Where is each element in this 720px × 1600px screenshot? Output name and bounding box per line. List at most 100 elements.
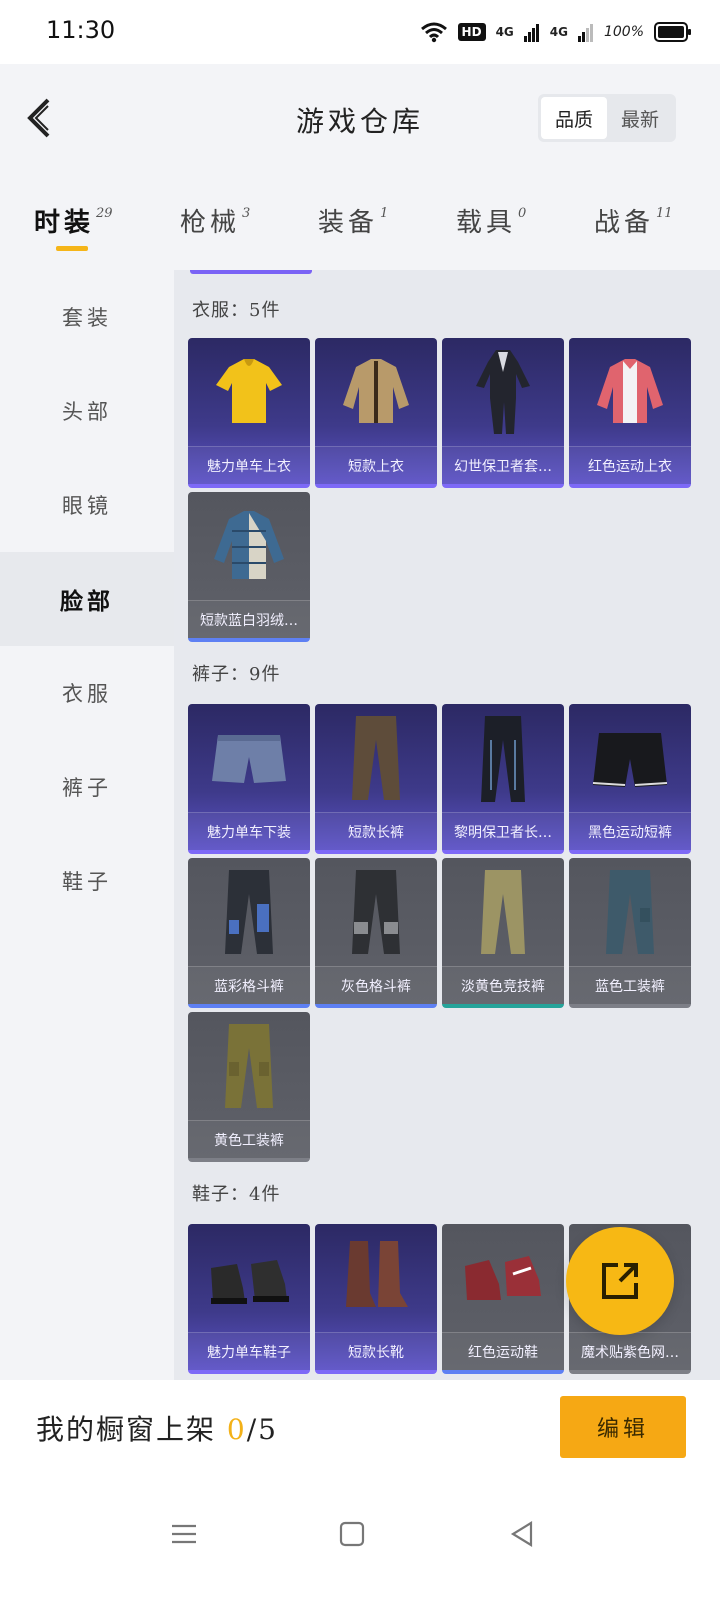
tan-jacket-icon bbox=[315, 338, 437, 446]
tab-guns[interactable]: 枪械 3 bbox=[180, 202, 250, 239]
sidebar-item-glasses[interactable]: 眼镜 bbox=[0, 458, 174, 552]
item-name: 灰色格斗裤 bbox=[315, 966, 437, 1004]
section-title-shoes: 鞋子：4件 bbox=[192, 1184, 281, 1205]
item-name: 短款蓝白羽绒… bbox=[188, 600, 310, 638]
red-sneakers-icon bbox=[442, 1224, 564, 1332]
tab-count: 0 bbox=[518, 206, 527, 221]
item-card[interactable]: 黑色运动短裤 bbox=[569, 704, 691, 854]
item-name: 黎明保卫者长… bbox=[442, 812, 564, 850]
item-name: 红色运动鞋 bbox=[442, 1332, 564, 1370]
item-card[interactable]: 灰色格斗裤 bbox=[315, 858, 437, 1008]
tab-vehicles[interactable]: 载具 0 bbox=[456, 202, 526, 239]
black-boots-icon bbox=[188, 1224, 310, 1332]
section-title-clothes: 衣服：5件 bbox=[192, 300, 281, 321]
black-pants-icon bbox=[442, 704, 564, 812]
blue-cargo-pants-icon bbox=[569, 858, 691, 966]
menu-icon bbox=[172, 1524, 196, 1544]
brown-boots-icon bbox=[315, 1224, 437, 1332]
home-nav-button[interactable] bbox=[332, 1514, 372, 1554]
denim-shorts-icon bbox=[188, 704, 310, 812]
item-card[interactable]: 淡黄色竞技裤 bbox=[442, 858, 564, 1008]
item-card[interactable]: 蓝色工装裤 bbox=[569, 858, 691, 1008]
item-card[interactable]: 黄色工装裤 bbox=[188, 1012, 310, 1162]
status-time: 11:30 bbox=[46, 16, 116, 44]
tab-label: 载具 bbox=[456, 208, 517, 238]
tab-label: 战备 bbox=[594, 208, 655, 238]
tab-count: 3 bbox=[242, 206, 251, 221]
dark-suit-icon bbox=[442, 338, 564, 446]
sidebar-item-clothes[interactable]: 衣服 bbox=[0, 646, 174, 740]
item-name: 蓝彩格斗裤 bbox=[188, 966, 310, 1004]
item-card[interactable]: 魅力单车上衣 bbox=[188, 338, 310, 488]
item-name: 魅力单车鞋子 bbox=[188, 1332, 310, 1370]
item-card[interactable]: 短款长裤 bbox=[315, 704, 437, 854]
home-square-icon bbox=[339, 1521, 365, 1547]
back-nav-button[interactable] bbox=[502, 1514, 542, 1554]
item-name: 短款上衣 bbox=[315, 446, 437, 484]
tab-count: 29 bbox=[96, 206, 113, 221]
item-card[interactable]: 短款蓝白羽绒… bbox=[188, 492, 310, 642]
item-name: 短款长裤 bbox=[315, 812, 437, 850]
brown-pants-icon bbox=[315, 704, 437, 812]
blue-combat-pants-icon bbox=[188, 858, 310, 966]
sidebar-item-pants[interactable]: 裤子 bbox=[0, 740, 174, 834]
status-icons: HD 4G 4G 100% bbox=[420, 18, 692, 46]
item-card[interactable]: 短款长靴 bbox=[315, 1224, 437, 1374]
bottom-bar: 我的橱窗上架 0/5 编辑 bbox=[0, 1380, 720, 1480]
item-card[interactable]: 短款上衣 bbox=[315, 338, 437, 488]
item-card[interactable]: 幻世保卫者套… bbox=[442, 338, 564, 488]
black-shorts-icon bbox=[569, 704, 691, 812]
item-name: 魅力单车下装 bbox=[188, 812, 310, 850]
item-card[interactable]: 魅力单车下装 bbox=[188, 704, 310, 854]
item-card[interactable]: 黎明保卫者长… bbox=[442, 704, 564, 854]
showcase-status: 我的橱窗上架 0/5 bbox=[36, 1408, 278, 1448]
active-tab-indicator bbox=[56, 246, 88, 251]
item-grid-area[interactable]: 衣服：5件 魅力单车上衣 短款上衣 幻世保卫者套… 红色运动上衣 短款蓝白羽绒…… bbox=[174, 270, 720, 1380]
signal-2-label: 4G bbox=[549, 25, 568, 39]
signal-1-icon bbox=[523, 24, 539, 42]
khaki-pants-icon bbox=[442, 858, 564, 966]
battery-text: 100% bbox=[603, 24, 644, 40]
tab-fashion[interactable]: 时装 29 bbox=[34, 202, 113, 251]
sidebar-item-head[interactable]: 头部 bbox=[0, 364, 174, 458]
sort-toggle: 品质 最新 bbox=[538, 94, 676, 142]
tab-label: 时装 bbox=[34, 208, 95, 238]
section-title-pants: 裤子：9件 bbox=[192, 664, 281, 685]
item-name: 黑色运动短裤 bbox=[569, 812, 691, 850]
tab-count: 11 bbox=[656, 206, 673, 221]
item-card[interactable]: 红色运动鞋 bbox=[442, 1224, 564, 1374]
battery-icon bbox=[654, 22, 691, 42]
edit-button[interactable]: 编辑 bbox=[560, 1396, 686, 1458]
item-name: 短款长靴 bbox=[315, 1332, 437, 1370]
tab-equipment[interactable]: 装备 1 bbox=[318, 202, 388, 239]
sort-quality-button[interactable]: 品质 bbox=[541, 97, 607, 139]
hd-badge: HD bbox=[457, 23, 486, 41]
status-bar: 11:30 HD 4G 4G 100% bbox=[0, 0, 720, 64]
red-jacket-icon bbox=[569, 338, 691, 446]
sidebar-item-set[interactable]: 套装 bbox=[0, 270, 174, 364]
item-name: 魔术贴紫色网… bbox=[569, 1332, 691, 1370]
sidebar-item-face[interactable]: 脸部 bbox=[0, 552, 174, 646]
blue-down-jacket-icon bbox=[188, 492, 310, 600]
item-card[interactable]: 蓝彩格斗裤 bbox=[188, 858, 310, 1008]
category-tabs: 时装 29 枪械 3 装备 1 载具 0 战备 11 bbox=[0, 174, 720, 270]
item-card[interactable]: 红色运动上衣 bbox=[569, 338, 691, 488]
gray-combat-pants-icon bbox=[315, 858, 437, 966]
showcase-current-count: 0 bbox=[226, 1413, 247, 1446]
menu-nav-button[interactable] bbox=[164, 1514, 204, 1554]
sidebar-item-shoes[interactable]: 鞋子 bbox=[0, 834, 174, 928]
tab-label: 枪械 bbox=[180, 208, 241, 238]
yellow-cargo-pants-icon bbox=[188, 1012, 310, 1120]
system-nav-bar bbox=[0, 1480, 720, 1600]
item-card[interactable]: 魅力单车鞋子 bbox=[188, 1224, 310, 1374]
signal-2-icon bbox=[577, 24, 593, 42]
header: 游戏仓库 品质 最新 bbox=[0, 64, 720, 174]
item-name: 红色运动上衣 bbox=[569, 446, 691, 484]
sidebar: 套装 头部 眼镜 脸部 衣服 裤子 鞋子 bbox=[0, 270, 174, 1380]
tab-supplies[interactable]: 战备 11 bbox=[594, 202, 673, 239]
previous-card-edge bbox=[190, 270, 312, 274]
item-name: 蓝色工装裤 bbox=[569, 966, 691, 1004]
item-name: 淡黄色竞技裤 bbox=[442, 966, 564, 1004]
sort-newest-button[interactable]: 最新 bbox=[607, 97, 673, 139]
share-fab-button[interactable] bbox=[566, 1227, 674, 1335]
